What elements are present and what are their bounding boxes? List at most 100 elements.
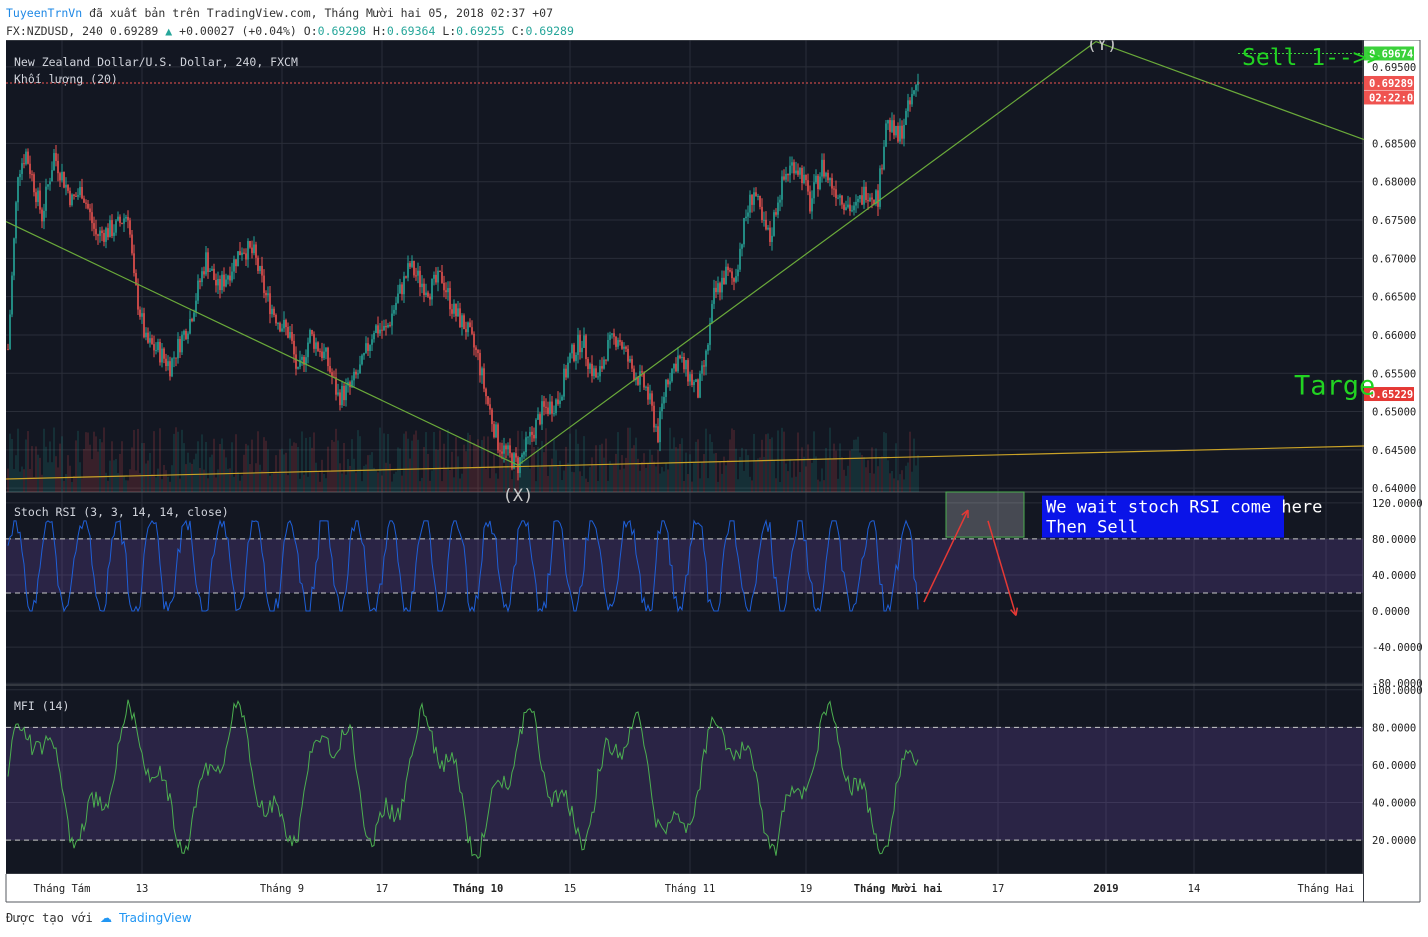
candle [849,204,851,212]
volume-bar [203,469,205,492]
candle [35,192,37,203]
candle [811,198,813,212]
candle [45,186,47,211]
volume-bar [657,449,659,492]
candle [95,228,97,235]
volume-bar [47,462,49,492]
volume-bar [13,469,15,492]
volume-bar [83,448,85,492]
volume-bar [773,459,775,492]
volume-bar [745,449,747,492]
candle [329,366,331,373]
candle [797,170,799,175]
candle [487,396,489,405]
candle [587,359,589,369]
candle [717,283,719,293]
candle [573,344,575,362]
volume-bar [633,445,635,492]
candle [433,274,435,279]
candle [211,268,213,271]
candle [83,198,85,203]
volume-bar [269,475,271,492]
volume-bar [25,439,27,492]
candle [47,184,49,187]
volume-bar [45,446,47,492]
volume-bar [253,472,255,492]
volume-bar [487,436,489,492]
candle [699,373,701,398]
volume-bar [881,456,883,492]
volume-bar [753,433,755,492]
ohlc-close: C:0.69289 [511,24,574,38]
candle [531,431,533,435]
candle [489,404,491,410]
volume-bar [471,468,473,492]
volume-bar [321,459,323,492]
candle [449,288,451,310]
candle [497,424,499,451]
volume-bar [73,476,75,492]
volume-bar [271,473,273,492]
candle [51,170,53,182]
candle [721,277,723,293]
candle [261,265,263,276]
volume-bar [839,443,841,492]
candle [435,274,437,283]
chart-canvas[interactable]: 0.695000.685000.680000.675000.670000.665… [0,40,1428,904]
candle [427,292,429,297]
change-text: +0.00027 (+0.04%) [179,24,297,38]
tradingview-brand[interactable]: TradingView [119,911,192,925]
candle [761,206,763,221]
candle [417,270,419,276]
volume-bar [573,472,575,492]
volume-bar [841,457,843,492]
volume-bar [263,437,265,492]
volume-bar [169,481,171,492]
candle [861,195,863,205]
x-tick-label: Tháng 9 [260,883,304,895]
volume-bar [569,433,571,492]
volume-bar [107,480,109,492]
volume-bar [835,450,837,492]
volume-bar [609,460,611,492]
candle [423,283,425,296]
volume-bar [877,466,879,492]
volume-bar [899,474,901,492]
volume-bar [145,463,147,492]
volume-bar [337,440,339,492]
volume-bar [163,465,165,492]
ohlc-low: L:0.69255 [442,24,505,38]
candle [113,232,115,237]
volume-bar [409,458,411,492]
volume-bar [885,433,887,492]
candle [777,202,779,215]
candle [689,374,691,382]
candle [663,396,665,404]
volume-bar [561,480,563,492]
volume-bar [327,446,329,492]
candle [131,234,133,254]
volume-bar [441,481,443,492]
candle [845,207,847,210]
volume-bar [681,438,683,492]
volume-bar [121,441,123,492]
volume-bar [451,451,453,492]
volume-bar [267,449,269,492]
candle [819,176,821,190]
x-tick-label: 2019 [1093,883,1118,895]
candle [559,400,561,404]
volume-bar [43,428,45,492]
candle [209,270,211,272]
candle [823,159,825,177]
candle [13,238,15,276]
volume-bar [799,472,801,492]
candle [859,195,861,199]
x-tick-label: 14 [1188,883,1201,895]
author-link[interactable]: TuyeenTrnVn [6,6,82,20]
candle [29,163,31,175]
candle [93,223,95,229]
candle [121,222,123,224]
candle [107,228,109,238]
candle [91,212,93,224]
volume-bar [787,471,789,492]
